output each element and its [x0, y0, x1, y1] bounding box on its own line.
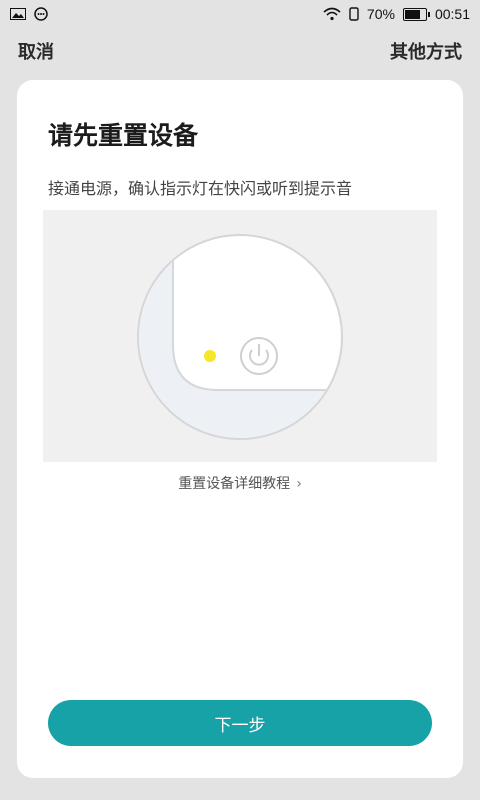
reset-device-card: 请先重置设备 接通电源，确认指示灯在快闪或听到提示音 重置设备详细教程 › 下一…: [17, 80, 463, 778]
status-time: 00:51: [434, 6, 470, 22]
battery-icon: [402, 7, 430, 21]
top-bar: 取消 其他方式: [0, 28, 480, 74]
instruction-text: 接通电源，确认指示灯在快闪或听到提示音: [48, 179, 353, 198]
status-right: 70% 00:51: [323, 6, 470, 22]
battery-percent: 70%: [366, 6, 395, 22]
cancel-button[interactable]: 取消: [18, 38, 54, 64]
device-illustration-svg: [137, 234, 343, 440]
page-title: 请先重置设备: [48, 121, 199, 150]
device-illustration: [43, 210, 437, 462]
indicator-light: [204, 350, 216, 362]
reset-tutorial-label: 重置设备详细教程: [178, 476, 291, 492]
phone-icon: [349, 7, 359, 21]
chat-icon: [34, 7, 48, 21]
next-step-button[interactable]: 下一步: [48, 700, 432, 746]
reset-tutorial-link[interactable]: 重置设备详细教程 ›: [17, 473, 463, 493]
status-bar: 70% 00:51: [0, 0, 480, 28]
image-icon: [10, 8, 26, 20]
chevron-right-icon: ›: [296, 476, 302, 492]
wifi-icon: [323, 7, 341, 21]
status-left: [10, 7, 48, 21]
other-methods-button[interactable]: 其他方式: [390, 38, 462, 64]
